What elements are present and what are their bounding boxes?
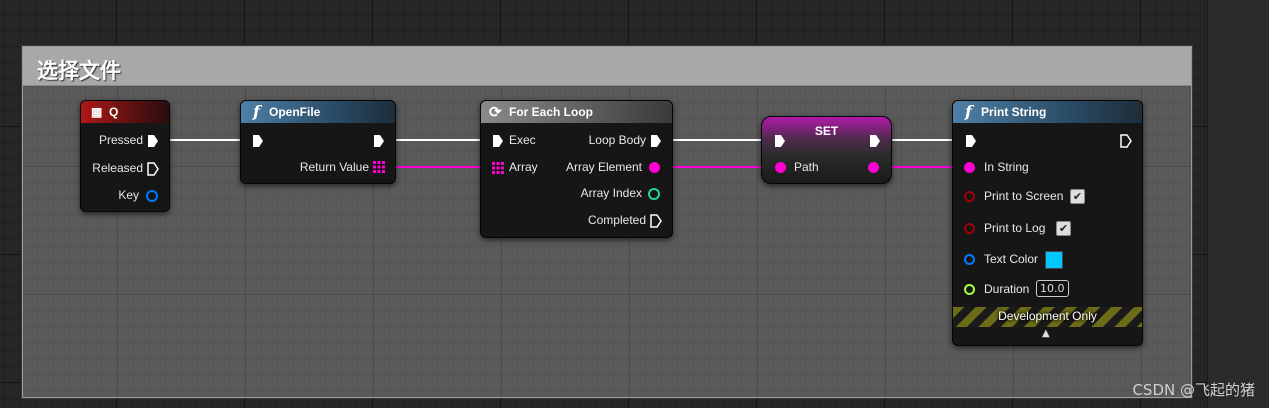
- exec-out-pin-released[interactable]: [147, 162, 159, 176]
- function-icon: f: [965, 102, 972, 121]
- array-index-out-pin[interactable]: [648, 188, 660, 200]
- pin-label-array-element: Array Element: [565, 160, 642, 174]
- path-out-pin[interactable]: [868, 162, 879, 173]
- node-title: For Each Loop: [509, 105, 593, 119]
- pin-label-duration: Duration: [984, 282, 1030, 296]
- exec-in-pin[interactable]: [492, 134, 504, 148]
- node-title: Q: [109, 105, 119, 119]
- node-header[interactable]: f OpenFile: [241, 101, 395, 123]
- pin-label-in-string: In String: [984, 160, 1029, 174]
- path-in-pin[interactable]: [775, 162, 786, 173]
- exec-out-pin[interactable]: [1120, 134, 1132, 148]
- node-openfile[interactable]: f OpenFile Return Value: [240, 100, 396, 184]
- node-header[interactable]: f Print String: [953, 101, 1142, 123]
- pin-label-return-value: Return Value: [299, 160, 369, 174]
- pin-label-print-to-log: Print to Log: [984, 221, 1046, 235]
- node-header[interactable]: ▦ Q: [81, 101, 169, 123]
- exec-out-pin-pressed[interactable]: [147, 134, 159, 148]
- array-out-pin-icon[interactable]: [373, 161, 385, 173]
- pin-label-array: Array: [509, 160, 538, 174]
- pin-label-path: Path: [794, 160, 819, 174]
- node-set-variable[interactable]: SET Path: [761, 116, 892, 184]
- array-element-out-pin[interactable]: [649, 162, 660, 173]
- exec-in-pin[interactable]: [965, 134, 977, 148]
- in-string-pin[interactable]: [964, 162, 975, 173]
- duration-input[interactable]: 10.0: [1036, 280, 1069, 297]
- development-only-banner: Development Only: [953, 307, 1142, 327]
- exec-out-pin-completed[interactable]: [650, 214, 662, 228]
- pin-label-exec: Exec: [509, 133, 536, 147]
- print-to-log-pin[interactable]: [964, 223, 975, 234]
- expand-arrow-icon[interactable]: ▲: [1042, 328, 1050, 339]
- pin-label-array-index: Array Index: [580, 186, 642, 200]
- keyboard-icon: ▦: [91, 105, 103, 119]
- text-color-swatch[interactable]: [1045, 251, 1063, 269]
- array-in-pin-icon[interactable]: [492, 162, 504, 174]
- exec-out-pin[interactable]: [373, 134, 385, 148]
- pin-label-key: Key: [118, 188, 139, 202]
- pin-label-released: Released: [92, 161, 143, 175]
- function-icon: f: [253, 102, 260, 121]
- node-header[interactable]: ⟳ For Each Loop: [481, 101, 672, 123]
- node-title: Print String: [981, 105, 1047, 119]
- print-to-log-checkbox[interactable]: ✔: [1056, 221, 1071, 236]
- exec-out-pin[interactable]: [869, 134, 881, 148]
- exec-in-pin[interactable]: [252, 134, 264, 148]
- node-for-each-loop[interactable]: ⟳ For Each Loop Exec Loop Body Array Arr…: [480, 100, 673, 238]
- development-only-label: Development Only: [998, 309, 1097, 323]
- print-to-screen-pin[interactable]: [964, 191, 975, 202]
- print-to-screen-checkbox[interactable]: ✔: [1070, 189, 1085, 204]
- pin-label-loop-body: Loop Body: [588, 133, 646, 147]
- node-q-key-event[interactable]: ▦ Q Pressed Released Key: [80, 100, 170, 212]
- exec-in-pin[interactable]: [774, 134, 786, 148]
- node-print-string[interactable]: f Print String In String Print to Screen…: [952, 100, 1143, 346]
- duration-pin[interactable]: [964, 284, 975, 295]
- exec-out-pin-loop-body[interactable]: [650, 134, 662, 148]
- pin-label-print-to-screen: Print to Screen: [984, 189, 1064, 203]
- watermark: CSDN @飞起的猪: [1132, 381, 1255, 399]
- loop-icon: ⟳: [489, 104, 502, 121]
- key-out-pin[interactable]: [146, 190, 158, 202]
- pin-label-completed: Completed: [587, 213, 646, 227]
- node-title: OpenFile: [269, 105, 321, 119]
- text-color-pin[interactable]: [964, 254, 975, 265]
- pin-label-pressed: Pressed: [98, 133, 143, 147]
- pin-label-text-color: Text Color: [984, 252, 1039, 266]
